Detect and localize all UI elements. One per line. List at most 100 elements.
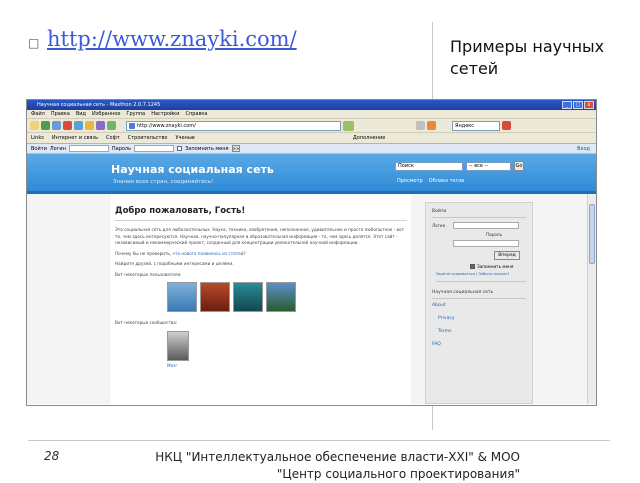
yandex-icon[interactable] [502,121,511,130]
welcome-heading: Добро пожаловать, Гость! [115,206,407,221]
new-tab-icon[interactable] [30,121,39,130]
news-link[interactable]: что нового появилось из статей [173,251,244,256]
footer-divider [28,440,610,441]
login-bar-password-input[interactable] [134,145,175,152]
menu-favorites[interactable]: Избранное [92,110,120,118]
refresh-icon[interactable] [74,121,83,130]
links-item[interactable]: Links [31,133,44,143]
sidebar-login-label: Логин [432,223,446,228]
site-search-input[interactable]: Поиск [395,162,463,171]
window-titlebar: Научная социальная сеть - Maxthon 2.0.7.… [27,100,596,110]
vertical-scrollbar[interactable] [587,194,596,404]
banner-link-tags[interactable]: Облако тегов [429,178,465,184]
sidebar-nav-terms[interactable]: Terms [438,329,526,334]
site-banner: Научная социальная сеть Знания всех стра… [27,154,596,194]
sidebar-nav-about[interactable]: About [432,303,526,308]
login-bar-enter[interactable]: Войти [31,144,47,154]
site-search-go[interactable]: Go [514,161,524,171]
users-row [167,282,407,312]
menu-file[interactable]: Файл [31,110,45,118]
slide-title: Примеры научных сетей [450,37,605,78]
back-icon[interactable] [41,121,50,130]
login-bar-password-label: Пароль [111,145,132,152]
site-title[interactable]: Научная социальная сеть [111,163,274,176]
scrollbar-thumb[interactable] [589,204,595,264]
window-buttons: _ □ x [562,101,594,109]
bullet-icon: □ [28,36,40,50]
go-button[interactable] [343,120,354,131]
home-icon[interactable] [85,121,94,130]
remember-label: Запомнить меня [477,264,514,269]
sidebar-remember[interactable]: Запомнить меня [470,264,526,269]
user-avatar[interactable] [233,282,263,312]
sidebar-password-label: Пароль [486,232,503,237]
sidebar-submit-button[interactable]: Вперед [494,251,520,260]
login-bar-remember-checkbox[interactable] [177,146,183,151]
user-avatar[interactable] [200,282,230,312]
slide-footer: НКЦ "Интеллектуальное обеспечение власти… [155,450,520,481]
sidebar-password-row: Пароль [432,232,526,237]
why-text: Почему бы не проверить, что нового появи… [115,251,407,258]
why-suffix: ? [243,250,246,256]
menu-view[interactable]: Вид [76,110,86,118]
history-icon[interactable] [107,121,116,130]
sidebar-register-links[interactable]: Зарегистрироваться | Забыли пароль? [436,272,526,282]
forward-icon[interactable] [52,121,61,130]
user-avatar[interactable] [167,282,197,312]
community-name[interactable]: Мозг [167,363,407,368]
stop-icon[interactable] [63,121,72,130]
sidebar-nav-privacy[interactable]: Privacy [438,316,526,321]
sidebar-login-row: Логин [432,222,526,229]
window-title: Научная социальная сеть - Maxthon 2.0.7.… [37,102,161,108]
some-communities-label: Вот некоторые сообщества: [115,320,178,325]
menu-settings[interactable]: Настройки [151,110,179,118]
maximize-button[interactable]: □ [573,101,583,109]
community-avatar[interactable] [167,330,189,361]
some-users-label: Вот некоторые пользователи: [115,271,182,277]
find-friends-text: Найдите друзей, с подобными интересами и… [115,261,234,266]
sidebar-password-input-row [432,240,526,247]
banner-link-browse[interactable]: Просмотр [397,178,423,184]
links-item[interactable]: Софт [106,133,120,143]
sidebar: Войти Логин Пароль Вперед Запомнить меня… [425,202,533,404]
browser-screenshot: Научная социальная сеть - Maxthon 2.0.7.… [26,99,597,406]
site-tagline: Знания всех стран, соединяйтесь! [113,179,214,185]
address-bar[interactable]: http://www.znayki.com/ [126,120,341,131]
banner-links: Просмотр Облако тегов [397,178,464,184]
sidebar-password-input[interactable] [453,240,519,247]
sidebar-login-input[interactable] [453,222,520,229]
sidebar-nav-faq[interactable]: FAQ [432,342,526,347]
page-content: Добро пожаловать, Гость! Это социальная … [27,194,596,404]
close-button[interactable]: x [584,101,594,109]
main-column: Добро пожаловать, Гость! Это социальная … [111,194,411,404]
yandex-search-input[interactable]: Яндекс [452,120,500,131]
menu-edit[interactable]: Правка [51,110,70,118]
login-bar-login-input[interactable] [68,145,109,152]
minimize-button[interactable]: _ [562,101,572,109]
menu-bar: Файл Правка Вид Избранное Группа Настрой… [27,110,596,119]
links-item[interactable]: Интернет и связь [52,133,98,143]
site-search-scope[interactable]: -- все -- [466,162,511,171]
intro-text: Это социальная сеть для любознательных. … [115,227,405,245]
remember-checkbox[interactable] [470,264,475,269]
login-bar-remember-label: Запомнить меня [185,145,229,152]
tools-label[interactable]: Дополнение [353,133,385,143]
menu-group[interactable]: Группа [126,110,145,118]
why-prefix: Почему бы не проверить, [115,250,173,256]
links-item[interactable]: Ученые [175,133,194,143]
login-bar-go-button[interactable]: >> [231,145,240,152]
sidebar-login-heading: Войти [432,209,526,218]
tools-icon[interactable] [416,121,425,130]
sidebar-network-heading: Научная социальная сеть [432,290,526,299]
browser-toolbar: http://www.znayki.com/ Яндекс [27,119,596,133]
slide-link[interactable]: http://www.znayki.com/ [47,27,297,51]
page-number: 28 [44,449,60,463]
links-item[interactable]: Строительство [128,133,168,143]
login-bar-right[interactable]: Вход [577,144,590,154]
user-avatar[interactable] [266,282,296,312]
rss-icon[interactable] [427,121,436,130]
links-bar: Links Интернет и связь Софт Строительств… [27,133,596,144]
site-login-bar: Войти Логин Пароль Запомнить меня >> Вхо… [27,144,596,154]
menu-help[interactable]: Справка [185,110,207,118]
favorites-icon[interactable] [96,121,105,130]
